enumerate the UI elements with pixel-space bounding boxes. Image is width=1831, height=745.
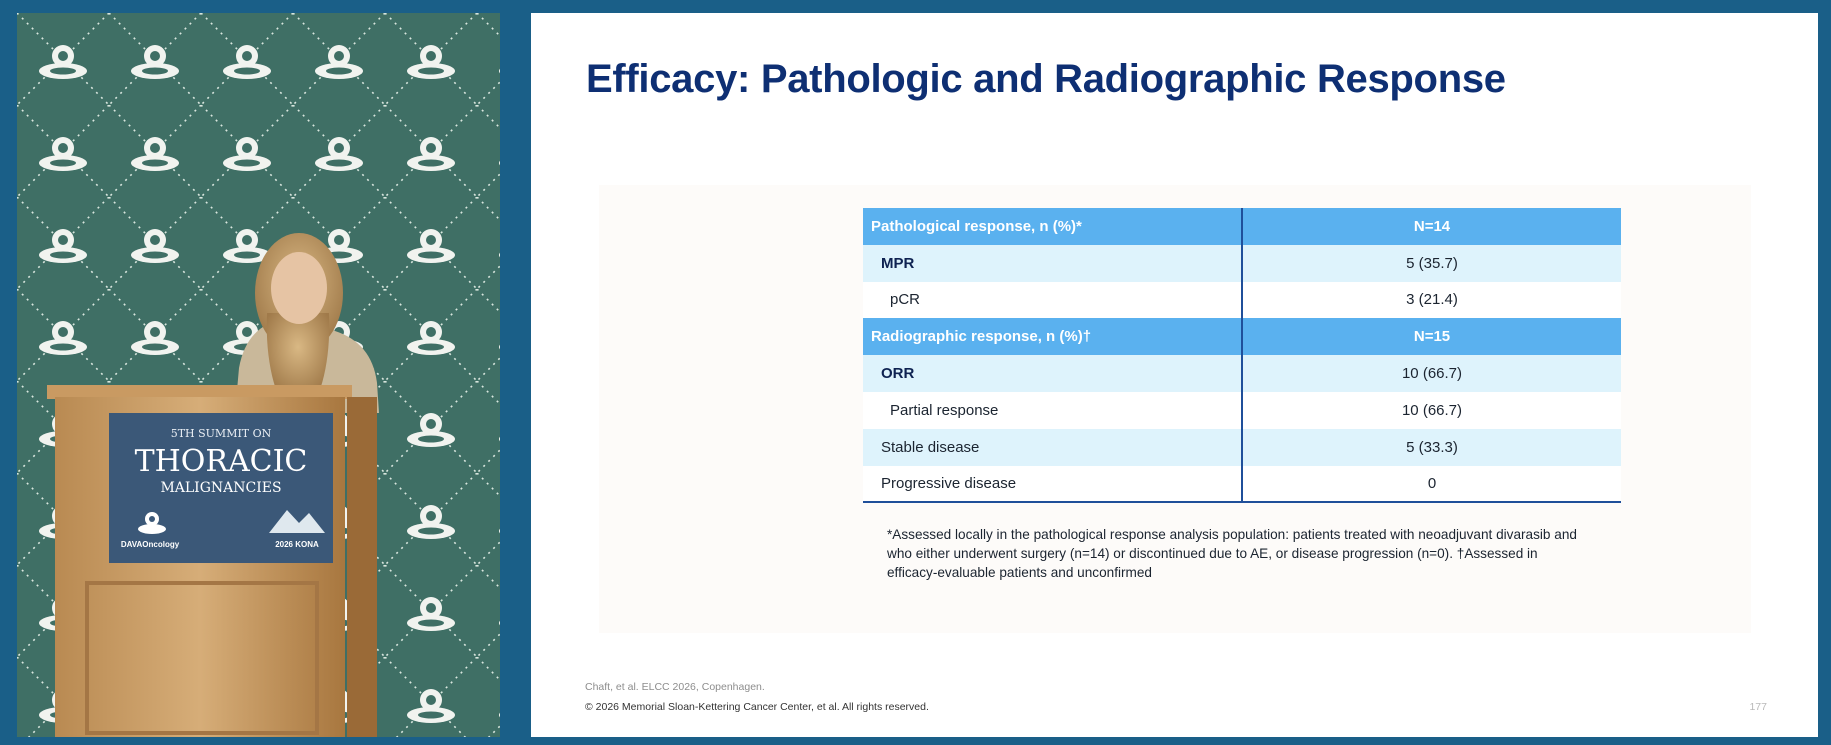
podium-brand: DAVAOncology <box>121 540 180 549</box>
table-footnote: *Assessed locally in the pathological re… <box>887 527 1577 580</box>
row-label: Stable disease <box>863 428 1243 466</box>
podium-line1: 5TH SUMMIT ON <box>171 427 272 440</box>
table-row: Partial response 10 (66.7) <box>863 391 1621 429</box>
row-value: 5 (33.3) <box>1242 428 1621 466</box>
table-row: Radiographic response, n (%)† N=15 <box>863 318 1621 356</box>
table-row: Pathological response, n (%)* N=14 <box>863 208 1621 245</box>
citation: Chaft, et al. ELCC 2026, Copenhagen. <box>585 681 765 693</box>
podium-line2: THORACIC <box>135 444 308 479</box>
presentation-slide: Efficacy: Pathologic and Radiographic Re… <box>531 13 1818 737</box>
table-row: ORR 10 (66.7) <box>863 355 1621 392</box>
copyright-notice: © 2026 Memorial Sloan-Kettering Cancer C… <box>585 701 929 713</box>
row-value: N=15 <box>1242 318 1621 356</box>
response-panel: Pathological response, n (%)* N=14 MPR 5… <box>599 185 1751 633</box>
row-label: Progressive disease <box>863 465 1243 503</box>
podium-line3: MALIGNANCIES <box>160 480 281 496</box>
row-value: 10 (66.7) <box>1242 391 1621 429</box>
row-value: 10 (66.7) <box>1242 355 1621 392</box>
table-row: pCR 3 (21.4) <box>863 281 1621 319</box>
slide-title: Efficacy: Pathologic and Radiographic Re… <box>586 57 1506 101</box>
row-label: pCR <box>863 281 1243 319</box>
row-label: Pathological response, n (%)* <box>863 208 1243 245</box>
row-label: MPR <box>863 244 1243 282</box>
podium-event: 2026 KONA <box>275 540 319 549</box>
row-value: 5 (35.7) <box>1242 244 1621 282</box>
row-value: 0 <box>1242 465 1621 503</box>
slide-number: 177 <box>1749 701 1767 713</box>
row-value: N=14 <box>1242 208 1621 245</box>
row-label: ORR <box>863 355 1243 392</box>
speaker-video: 5TH SUMMIT ON THORACIC MALIGNANCIES DAVA… <box>17 13 500 737</box>
table-row: Progressive disease 0 <box>863 465 1621 503</box>
table-row: MPR 5 (35.7) <box>863 244 1621 282</box>
row-label: Radiographic response, n (%)† <box>863 318 1243 356</box>
video-scene: 5TH SUMMIT ON THORACIC MALIGNANCIES DAVA… <box>17 13 500 737</box>
table-row: Stable disease 5 (33.3) <box>863 428 1621 466</box>
row-value: 3 (21.4) <box>1242 281 1621 319</box>
response-table: Pathological response, n (%)* N=14 MPR 5… <box>863 208 1621 504</box>
row-label: Partial response <box>863 391 1243 429</box>
